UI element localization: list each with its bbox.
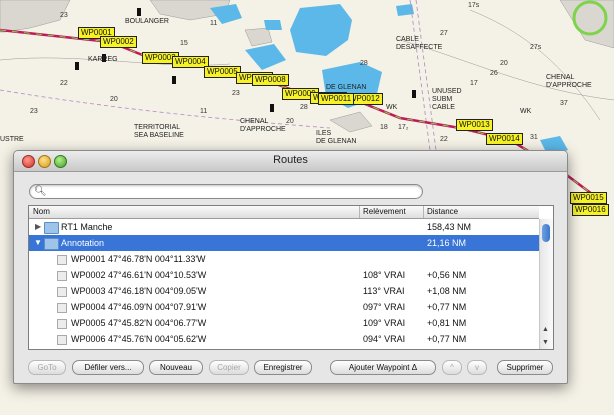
scroll-down-arrow-icon[interactable]: ▼ <box>542 339 549 346</box>
scroll-to-button[interactable]: Défiler vers... <box>72 360 144 375</box>
disclosure-expanded-icon[interactable]: ▼ <box>34 235 42 251</box>
depth-sounding: 22 <box>60 80 68 87</box>
table-row[interactable]: WP0001 47°46.78'N 004°11.33'W <box>29 251 539 267</box>
waypoint-checkbox[interactable] <box>57 319 67 329</box>
depth-sounding: 28 <box>300 104 308 111</box>
routes-table: Nom Relèvement Distance ▶ RT1 Manche 158… <box>28 205 554 350</box>
depth-sounding: 17₂ <box>398 124 409 131</box>
disclosure-collapsed-icon[interactable]: ▶ <box>35 219 41 235</box>
new-button[interactable]: Nouveau <box>149 360 203 375</box>
waypoint-checkbox[interactable] <box>57 271 67 281</box>
map-label-boulanger: BOULANGER <box>125 18 169 25</box>
table-row[interactable]: WP0006 47°45.76'N 004°05.62'W 094° VRAI … <box>29 331 539 347</box>
map-label-ustre: USTRE <box>0 136 24 143</box>
column-header-distance[interactable]: Distance <box>427 207 458 216</box>
map-label-cable: UNUSED SUBM CABLE <box>432 88 462 111</box>
map-label-de-glenan: DE GLENAN <box>326 84 367 91</box>
depth-sounding: 27 <box>440 30 448 37</box>
waypoint-checkbox[interactable] <box>57 255 67 265</box>
window-title: Routes <box>273 154 308 166</box>
waypoint-label[interactable]: WP0014 <box>486 133 523 145</box>
depth-sounding: 20 <box>110 96 118 103</box>
waypoint-checkbox[interactable] <box>57 303 67 313</box>
waypoint-label[interactable]: WP0008 <box>252 74 289 86</box>
table-row[interactable]: WP0004 47°46.09'N 004°07.91'W 097° VRAI … <box>29 299 539 315</box>
folder-icon <box>44 238 59 250</box>
move-down-button[interactable]: v <box>467 360 487 375</box>
table-row[interactable]: WP0002 47°46.61'N 004°10.53'W 108° VRAI … <box>29 267 539 283</box>
depth-sounding: 18 <box>380 124 388 131</box>
search-field[interactable]: 🔍︎ <box>29 184 423 199</box>
folder-icon <box>44 222 59 234</box>
waypoint-label[interactable]: WP0002 <box>100 36 137 48</box>
depth-sounding: 20 <box>286 118 294 125</box>
depth-sounding: 17s <box>468 2 480 9</box>
search-input[interactable] <box>47 185 407 197</box>
table-row[interactable]: WP0005 47°45.82'N 004°06.77'W 109° VRAI … <box>29 315 539 331</box>
search-icon: 🔍︎ <box>34 186 47 197</box>
map-label-wk-2: WK <box>386 104 398 111</box>
map-label-cable-desaffecte: CABLE DESAFFECTE <box>396 36 443 51</box>
scrollbar-thumb[interactable] <box>542 224 550 242</box>
add-waypoint-button[interactable]: Ajouter Waypoint Δ <box>330 360 436 375</box>
map-label-karreg: KARREG <box>88 56 118 63</box>
depth-sounding: 28 <box>360 60 368 67</box>
map-label-territorial: TERRITORIAL SEA BASELINE <box>134 124 184 139</box>
vertical-scrollbar[interactable]: ▲ ▼ <box>539 219 553 349</box>
waypoint-checkbox[interactable] <box>57 287 67 297</box>
depth-sounding: 15 <box>180 40 188 47</box>
depth-sounding: 31 <box>530 134 538 141</box>
waypoint-label[interactable]: WP0016 <box>572 204 609 216</box>
map-label-chenal-1: CHENAL D'APPROCHE <box>240 118 286 133</box>
depth-sounding: 23 <box>30 108 38 115</box>
scroll-up-arrow-icon[interactable]: ▲ <box>542 326 549 333</box>
depth-sounding: 22 <box>440 136 448 143</box>
table-row[interactable]: ▶ RT1 Manche 158,43 NM <box>29 219 539 235</box>
map-label-chenal-2: CHENAL D'APPROCHE <box>546 74 592 89</box>
map-label-iles-glenan: ILES DE GLENAN <box>316 130 357 145</box>
waypoint-label[interactable]: WP0013 <box>456 119 493 131</box>
table-row-selected[interactable]: ▼ Annotation 21,16 NM <box>29 235 539 251</box>
depth-sounding: 23 <box>60 12 68 19</box>
depth-sounding: 27s <box>530 44 542 51</box>
depth-sounding: 26 <box>490 70 498 77</box>
column-header-name[interactable]: Nom <box>33 207 50 216</box>
move-up-button[interactable]: ^ <box>442 360 462 375</box>
depth-sounding: 23 <box>232 90 240 97</box>
depth-sounding: 11 <box>210 20 218 27</box>
delete-button[interactable]: Supprimer <box>497 360 553 375</box>
map-label-wk-1: WK <box>520 108 532 115</box>
waypoint-label[interactable]: WP0015 <box>570 192 607 204</box>
column-header-bearing[interactable]: Relèvement <box>363 207 406 216</box>
depth-sounding: 20 <box>500 60 508 67</box>
table-header: Nom Relèvement Distance <box>29 206 539 219</box>
depth-sounding: 11 <box>200 108 208 115</box>
depth-sounding: 17 <box>470 80 478 87</box>
waypoint-checkbox[interactable] <box>57 335 67 345</box>
table-row[interactable]: WP0003 47°46.18'N 004°09.05'W 113° VRAI … <box>29 283 539 299</box>
copy-button[interactable]: Copier <box>209 360 249 375</box>
save-button[interactable]: Enregistrer <box>254 360 312 375</box>
goto-button[interactable]: GoTo <box>28 360 66 375</box>
routes-window: Routes 🔍︎ Nom Relèvement Distance ▶ RT1 … <box>13 150 568 384</box>
waypoint-label[interactable]: WP0011 <box>318 93 355 105</box>
depth-sounding: 37 <box>560 100 568 107</box>
window-titlebar[interactable]: Routes <box>14 151 567 172</box>
